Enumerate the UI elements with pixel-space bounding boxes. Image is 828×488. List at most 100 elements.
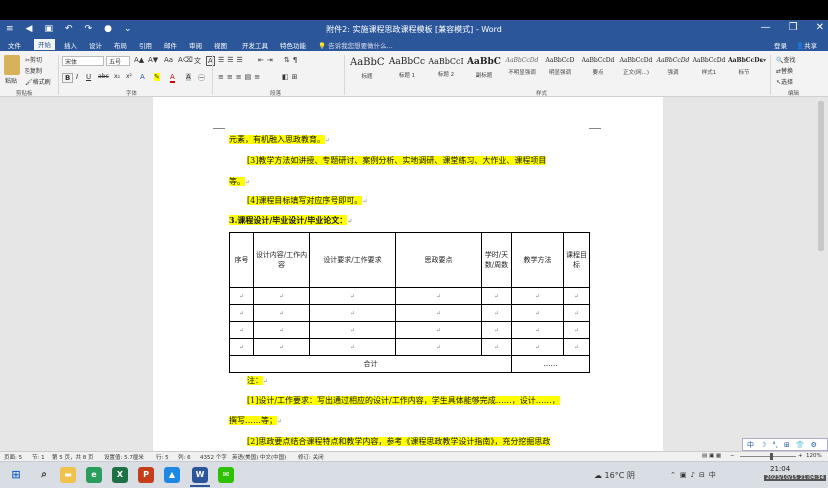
weather-widget[interactable]: ☁ 16°C 阴 — [594, 470, 635, 481]
table-cell[interactable]: ↵ — [511, 338, 564, 356]
status-position[interactable]: 设置值: 5.7厘米 — [104, 453, 144, 461]
status-language-en[interactable]: 英语(美国) — [232, 453, 258, 461]
doc-line[interactable]: [1]设计/工作要求：写出通过相应的设计/工作内容，学生具体能够完成……，设计…… — [247, 395, 560, 406]
style-subtitle[interactable]: AaBbC 副标题 — [466, 57, 502, 83]
tab-design[interactable]: 设计 — [89, 40, 102, 50]
paste-button[interactable]: 粘贴 — [5, 76, 17, 85]
table-cell[interactable]: ↵ — [253, 338, 310, 356]
status-section[interactable]: 节: 1 — [32, 453, 45, 461]
char-border-icon[interactable]: A — [206, 56, 215, 66]
excel-icon[interactable]: X — [112, 467, 128, 483]
font-size-select[interactable]: 五号 — [106, 56, 130, 66]
style-heading2[interactable]: AaBbCcI 标题 2 — [428, 57, 464, 83]
clock-time[interactable]: 21:04 — [770, 465, 790, 473]
table-cell[interactable]: ↵ — [563, 321, 590, 339]
restore-icon[interactable]: ❐ — [789, 22, 798, 33]
word-icon[interactable]: W — [192, 467, 208, 483]
table-cell[interactable]: ↵ — [395, 304, 482, 322]
tab-review[interactable]: 审阅 — [189, 40, 202, 50]
tab-developer[interactable]: 开发工具 — [242, 40, 268, 50]
table-cell[interactable]: ↵ — [511, 321, 564, 339]
shading-border-icon[interactable]: ◧⊞ — [282, 73, 300, 81]
table-cell[interactable]: ↵ — [511, 287, 564, 305]
styles-more-icon[interactable]: ▴▾ — [760, 57, 766, 64]
course-design-table[interactable]: 序号 设计内容/工作内容 设计要求/工作要求 思政要点 学时/天数/周数 教学方… — [229, 232, 590, 373]
underline-button[interactable]: U — [86, 73, 91, 81]
windows-start-icon[interactable]: ⊞ — [8, 467, 24, 483]
tell-me-search[interactable]: 💡 告诉我您想要做什么... — [318, 40, 393, 50]
moon-icon[interactable]: ☽ — [760, 441, 766, 449]
font-name-select[interactable]: 宋体 — [62, 56, 104, 66]
superscript-button[interactable]: x² — [126, 73, 132, 80]
paste-icon[interactable] — [4, 55, 20, 75]
tab-layout[interactable]: 布局 — [114, 40, 127, 50]
doc-line[interactable]: [4]课程目标填写对应序号即可。↵ — [247, 195, 367, 206]
table-cell[interactable]: ↵ — [309, 304, 396, 322]
status-language-zh[interactable]: 中文(中国) — [260, 453, 286, 461]
system-tray-icons[interactable]: ⌃▣♪⊟中 — [670, 470, 720, 480]
close-icon[interactable]: ✕ — [816, 22, 824, 33]
style-style1[interactable]: AaBbCcDd 样式1 — [692, 57, 726, 83]
tab-view[interactable]: 视图 — [214, 40, 227, 50]
zoom-slider[interactable] — [740, 456, 796, 457]
minimize-icon[interactable]: — — [761, 22, 771, 33]
strikethrough-button[interactable]: abc — [98, 73, 109, 80]
tab-insert[interactable]: 插入 — [64, 40, 77, 50]
punctuation-icon[interactable]: °, — [772, 441, 778, 449]
find-button[interactable]: 🔍查找 — [776, 55, 796, 64]
clear-format-icon[interactable]: A⌫ — [178, 56, 193, 64]
style-intense-emphasis[interactable]: AaBbCcD 明显强调 — [542, 57, 578, 83]
bold-button[interactable]: B — [62, 73, 74, 83]
search-icon[interactable]: ⌕ — [36, 467, 52, 483]
status-track-changes[interactable]: 修订: 关闭 — [298, 453, 324, 461]
table-cell[interactable]: ↵ — [481, 287, 512, 305]
table-cell[interactable]: ↵ — [395, 338, 482, 356]
keyboard-icon[interactable]: ⊞ — [784, 441, 790, 449]
table-cell[interactable]: ↵ — [481, 321, 512, 339]
table-header-cell[interactable]: 思政要点 — [395, 232, 482, 288]
tab-file[interactable]: 文件 — [8, 40, 21, 50]
indent-buttons-icon[interactable]: ⇤⇥ — [258, 56, 276, 64]
char-shading-icon[interactable]: A — [186, 73, 191, 81]
zoom-in-icon[interactable]: + — [798, 453, 803, 459]
highlight-color-icon[interactable]: ✎ — [154, 73, 160, 81]
skin-icon[interactable]: 👕 — [796, 441, 805, 449]
status-column[interactable]: 列: 6 — [178, 453, 191, 461]
clock-date[interactable]: 2023/10/15 21:04:34 — [764, 475, 827, 481]
style-normal-web[interactable]: AaBbCcDd 正文(网...) — [618, 57, 654, 83]
style-heading1[interactable]: AaBbCc 标题 1 — [388, 57, 426, 83]
status-word-count[interactable]: 4352 个字 — [200, 453, 227, 461]
ime-mode[interactable]: 中 — [747, 440, 754, 450]
table-cell[interactable]: ↵ — [563, 287, 590, 305]
status-page-field[interactable]: 页面: 5 — [4, 453, 22, 461]
style-subtle-emphasis[interactable]: AaBbCcDd 不明显强调 — [504, 57, 540, 83]
align-buttons-icon[interactable]: ≡≡≡▤≡ — [218, 73, 263, 81]
table-cell[interactable]: ↵ — [309, 321, 396, 339]
subscript-button[interactable]: x₂ — [114, 73, 120, 80]
font-color-icon[interactable]: A — [170, 73, 175, 83]
table-header-cell[interactable]: 序号 — [229, 232, 254, 288]
doc-line[interactable]: 等。↵ — [229, 176, 250, 187]
gear-icon[interactable]: ⚙ — [811, 441, 817, 449]
style-section[interactable]: AaBbCcDc 标节 — [728, 57, 763, 83]
document-page[interactable]: 元素，有机融入思政教育。↵ [3]教学方法如讲授、专题研讨、案例分析、实地调研、… — [153, 97, 663, 451]
doc-line[interactable]: [2]思政要点结合课程特点和教学内容，参考《课程思政教学设计指南》，充分挖掘思政 — [247, 436, 551, 447]
list-buttons-icon[interactable]: ☰☰☰ — [218, 56, 246, 64]
tab-mailings[interactable]: 邮件 — [164, 40, 177, 50]
table-header-cell[interactable]: 设计要求/工作要求 — [309, 232, 396, 288]
style-strong[interactable]: AaBbCcDd 要点 — [580, 57, 616, 83]
table-cell[interactable]: ↵ — [229, 321, 254, 339]
photos-icon[interactable]: ▲ — [164, 467, 180, 483]
wechat-icon[interactable]: ✉ — [218, 467, 234, 483]
doc-line[interactable]: 撰写……等；↵ — [229, 415, 282, 426]
table-cell[interactable]: ↵ — [309, 338, 396, 356]
tab-features[interactable]: 特色功能 — [280, 40, 306, 50]
table-cell[interactable]: ↵ — [253, 287, 310, 305]
sign-in-link[interactable]: 登录 — [774, 40, 787, 50]
doc-heading[interactable]: 3.课程设计/毕业设计/毕业论文：↵ — [229, 215, 352, 226]
format-painter-button[interactable]: 🖌格式刷 — [25, 77, 51, 86]
tab-references[interactable]: 引用 — [139, 40, 152, 50]
table-cell[interactable]: ↵ — [563, 304, 590, 322]
doc-line[interactable]: 注：↵ — [247, 375, 268, 386]
vertical-scrollbar[interactable] — [818, 101, 824, 251]
